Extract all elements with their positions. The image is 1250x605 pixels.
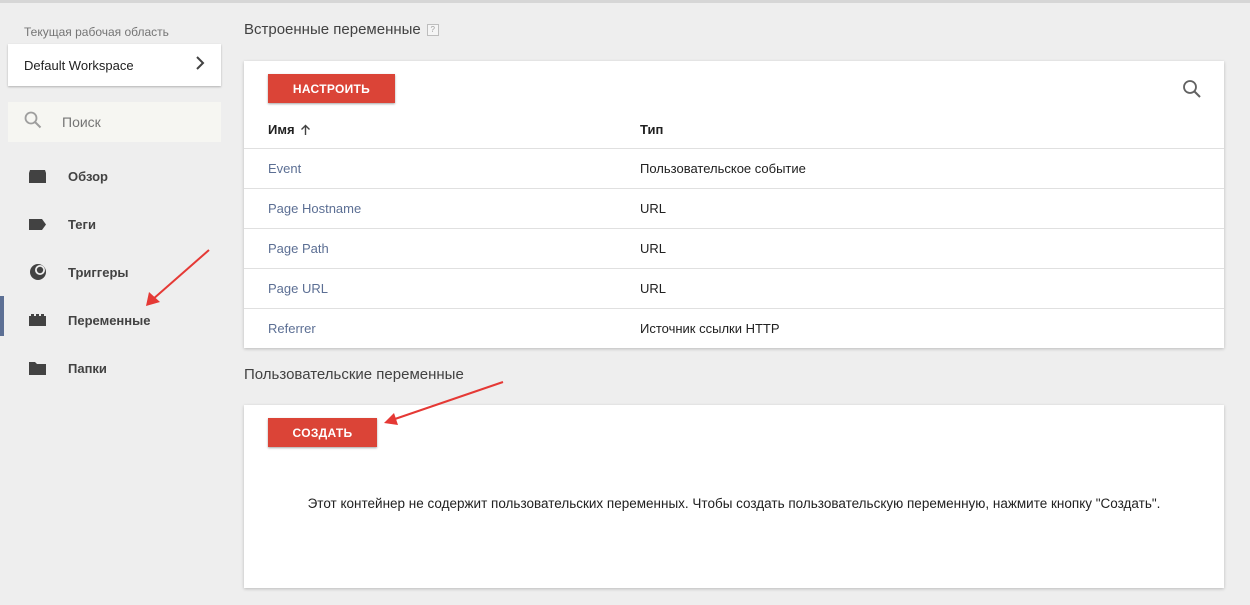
variable-type: URL — [640, 281, 667, 296]
sidebar-search[interactable]: Поиск — [8, 102, 221, 142]
trigger-icon — [28, 264, 47, 280]
variable-type: URL — [640, 241, 667, 256]
tag-icon — [28, 216, 47, 232]
sidebar: Текущая рабочая область Default Workspac… — [0, 0, 230, 605]
workspace-selector[interactable]: Default Workspace — [8, 44, 221, 86]
table-header: Имя Тип — [244, 109, 1224, 149]
chevron-right-icon — [195, 55, 205, 75]
variable-name-link[interactable]: Referrer — [268, 321, 316, 336]
sidebar-nav: Обзор Теги Триггеры Переменные Папки — [0, 152, 230, 392]
sidebar-item-label: Папки — [68, 360, 107, 376]
custom-section-title: Пользовательские переменные — [244, 366, 464, 383]
folder-icon — [28, 360, 47, 376]
create-button[interactable]: СОЗДАТЬ — [268, 418, 377, 447]
sidebar-item-variables[interactable]: Переменные — [0, 296, 230, 344]
overview-icon — [28, 168, 47, 184]
variable-type: URL — [640, 201, 667, 216]
variable-name-link[interactable]: Page URL — [268, 281, 328, 296]
arrow-up-icon — [300, 124, 311, 136]
table-search-icon[interactable] — [1182, 79, 1202, 99]
variable-type: Источник ссылки HTTP — [640, 321, 780, 336]
sidebar-item-label: Триггеры — [68, 264, 129, 280]
variable-name-link[interactable]: Page Path — [268, 241, 329, 256]
sidebar-item-triggers[interactable]: Триггеры — [0, 248, 230, 296]
workspace-label: Текущая рабочая область — [24, 25, 169, 39]
table-row: Event Пользовательское событие — [244, 149, 1224, 189]
table-row: Page URL URL — [244, 269, 1224, 309]
sidebar-item-tags[interactable]: Теги — [0, 200, 230, 248]
table-row: Page Hostname URL — [244, 189, 1224, 229]
sidebar-item-overview[interactable]: Обзор — [0, 152, 230, 200]
variable-name-link[interactable]: Event — [268, 161, 301, 176]
variables-icon — [28, 312, 47, 328]
sidebar-item-label: Переменные — [68, 312, 151, 328]
column-header-name-label: Имя — [268, 122, 295, 137]
configure-button[interactable]: НАСТРОИТЬ — [268, 74, 395, 103]
workspace-name: Default Workspace — [24, 57, 134, 73]
sidebar-item-label: Теги — [68, 216, 96, 232]
help-icon[interactable]: ? — [426, 24, 439, 37]
builtin-variables-card: НАСТРОИТЬ Имя Тип Event Пользовательское… — [244, 61, 1224, 348]
sidebar-item-folders[interactable]: Папки — [0, 344, 230, 392]
table-row: Referrer Источник ссылки HTTP — [244, 309, 1224, 349]
search-placeholder: Поиск — [62, 114, 101, 130]
builtin-section-title: Встроенные переменные? — [244, 21, 439, 38]
variable-name-link[interactable]: Page Hostname — [268, 201, 361, 216]
column-header-type[interactable]: Тип — [640, 122, 663, 137]
table-row: Page Path URL — [244, 229, 1224, 269]
sidebar-item-label: Обзор — [68, 168, 108, 184]
custom-variables-card: СОЗДАТЬ Этот контейнер не содержит польз… — [244, 405, 1224, 588]
column-header-name[interactable]: Имя — [268, 122, 311, 137]
builtin-title-text: Встроенные переменные — [244, 21, 421, 38]
variable-type: Пользовательское событие — [640, 161, 806, 176]
empty-state-message: Этот контейнер не содержит пользовательс… — [307, 496, 1161, 511]
search-icon — [24, 111, 42, 134]
